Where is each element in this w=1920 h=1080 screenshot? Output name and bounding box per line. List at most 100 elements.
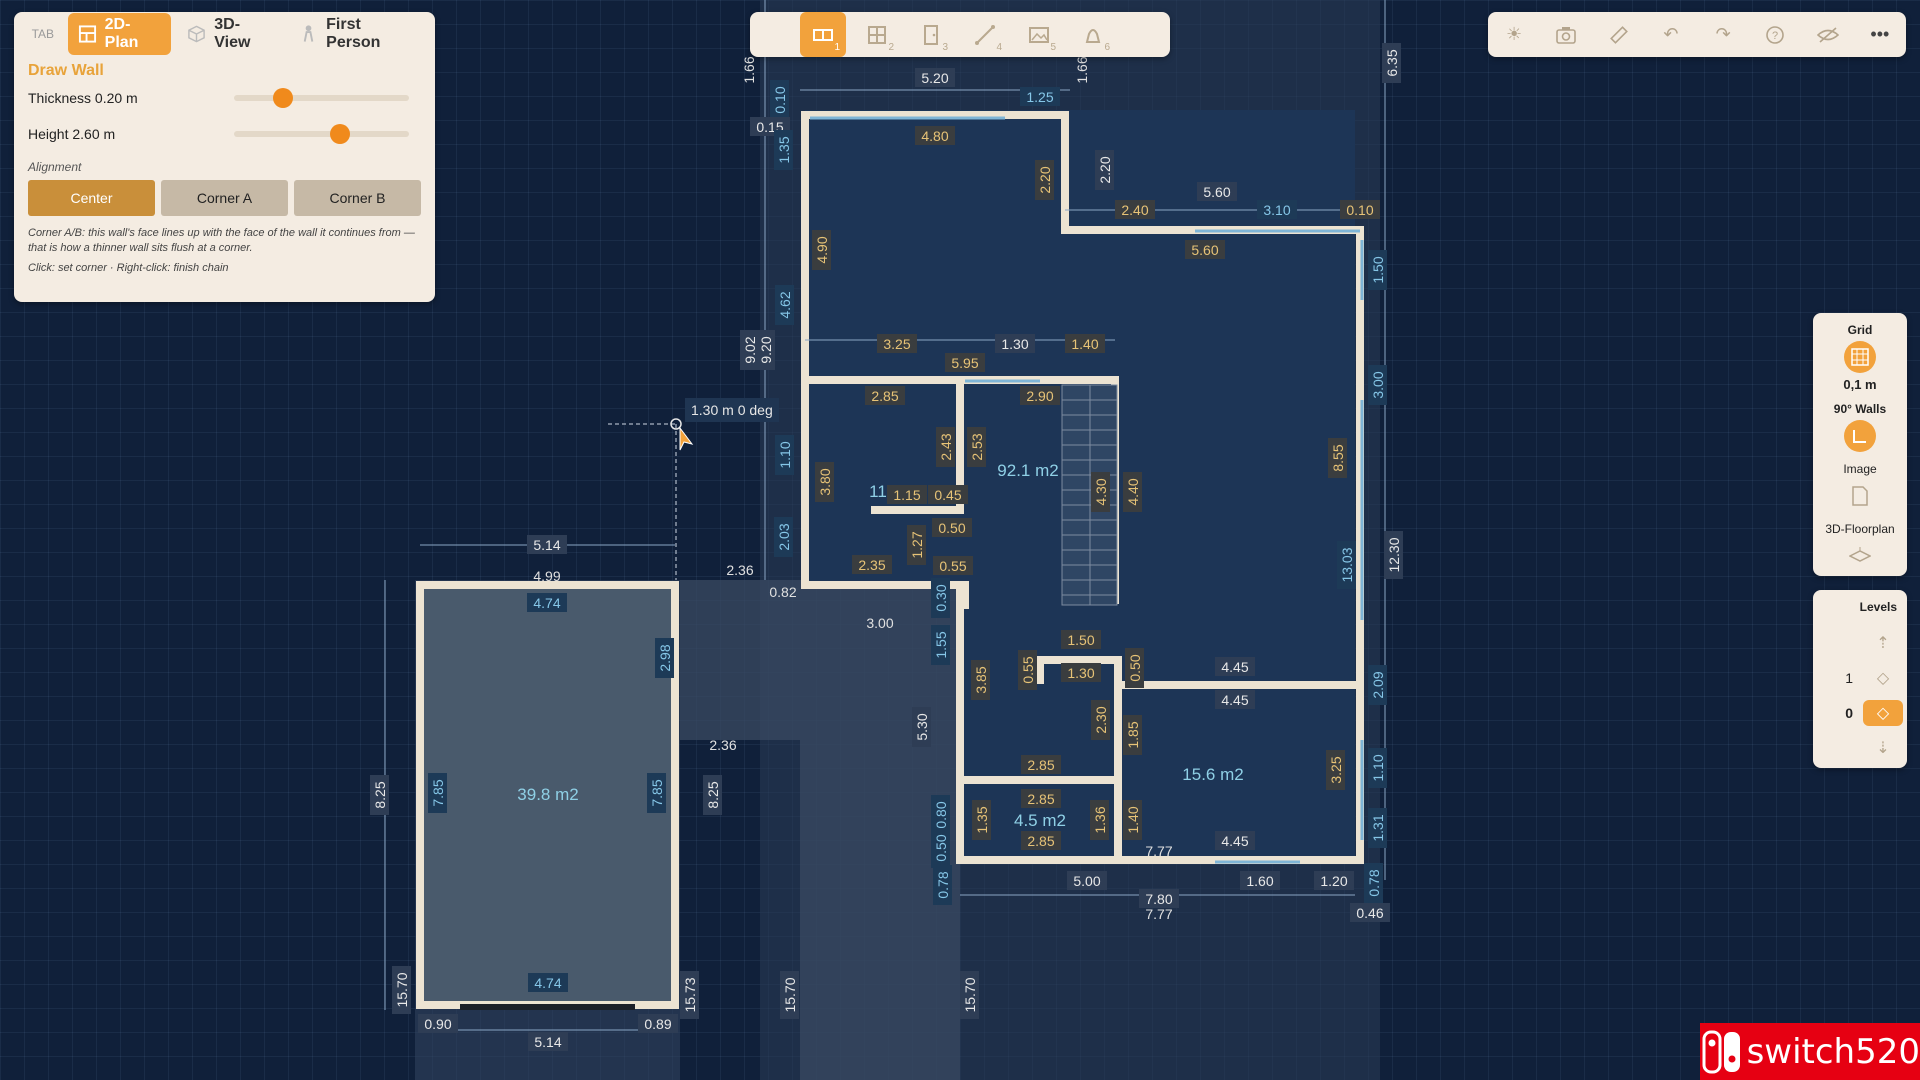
dimension-value: 3.80 [817,468,833,495]
floorplan-3d-toggle[interactable] [1844,540,1876,572]
dimension-tag: 1.10 [775,435,794,475]
dimension-tag: 3.00 [1368,365,1387,405]
dimension-tag: 2.40 [1115,200,1155,219]
dimension-value: 3.25 [883,336,910,352]
dimension-value: 15.70 [962,977,978,1012]
right-angle-walls-toggle[interactable] [1844,420,1876,452]
hide-icon[interactable] [1810,17,1846,53]
dimension-tag: 2.20 [1095,150,1114,190]
room-area-label: 92.1 m2 [997,461,1058,480]
tab-3d-view[interactable]: 3D-View [177,13,283,55]
image-toggle-button[interactable] [1844,480,1876,512]
dimension-value: 13.03 [1339,547,1355,582]
panel-title: Draw Wall [28,62,104,79]
dimension-value: 0.45 [934,487,961,503]
dimension-value: 0.10 [772,86,788,113]
level-add-row: ⇣ [1813,733,1907,763]
add-level-up-icon[interactable]: ⇡ [1863,630,1903,656]
dimension-value: 4.45 [1221,659,1248,675]
tool-number: 6 [1104,42,1110,53]
dimension-tag: 12.30 [1384,531,1403,579]
level-row[interactable]: 0 ◇ [1813,698,1907,728]
tab-2d-plan[interactable]: 2D-Plan [67,13,172,55]
dimension-value: 2.98 [657,644,673,671]
console-logo-icon [1700,1023,1745,1080]
dimension-value: 0.55 [939,558,966,574]
height-slider-knob[interactable] [330,124,351,144]
align-center-button[interactable]: Center [28,180,155,216]
measure-tool-button[interactable]: 4 [962,12,1008,57]
dimension-value: 1.27 [909,531,925,558]
sun-icon[interactable]: ☀ [1496,17,1532,53]
dimension-value: 2.85 [871,388,898,404]
align-corner-a-button[interactable]: Corner A [161,180,288,216]
dimension-value: 4.40 [1125,478,1141,505]
floorplan-3d-label: 3D-Floorplan [1825,522,1895,536]
levels-title: Levels [1859,600,1897,614]
dimension-tag: 1.60 [1240,871,1280,890]
tab-first-person[interactable]: First Person [289,13,425,55]
dimension-tag: 0.46 [1350,903,1390,922]
dimension-tag: 8.25 [370,775,389,815]
furniture-tool-button[interactable]: 6 [1070,12,1116,57]
dimension-value: 4.45 [1221,833,1248,849]
dimension-tag: 1.30 [995,334,1035,353]
more-icon[interactable]: ••• [1862,17,1898,53]
undo-icon[interactable]: ↶ [1653,17,1689,53]
redo-icon[interactable]: ↷ [1705,17,1741,53]
level-layer-icon[interactable]: ◇ [1863,700,1903,726]
thickness-row: Thickness 0.20 m [14,80,435,116]
thickness-slider-knob[interactable] [272,88,293,108]
add-level-down-icon[interactable]: ⇣ [1863,735,1903,761]
window-tool-button[interactable]: 2 [854,12,900,57]
level-layer-icon[interactable]: ◇ [1863,665,1903,691]
wall-tool-icon [813,28,833,41]
image-label: Image [1843,462,1877,476]
room-fill [960,225,1355,860]
dimension-tag: 1.30 [1061,663,1101,682]
help-icon[interactable]: ? [1757,17,1793,53]
dimension-tag: 1.25 [1020,87,1060,106]
dimension-value: 0.80 [933,801,949,828]
dimension-tag: 5.30 [912,707,931,747]
cube-icon [188,25,206,43]
grid-toggle-button[interactable] [1844,341,1876,373]
floorplan-icon [78,25,96,43]
camera-icon[interactable] [1548,17,1584,53]
dimension-tag: 5.60 [1197,182,1237,201]
draw-wall-panel: TAB 2D-Plan 3D-View First Person Draw Wa… [14,12,435,302]
dimension-value: 0.50 [933,834,949,861]
thickness-slider[interactable] [234,88,409,108]
dimension-tag: 4.90 [812,230,831,270]
dimension-tag: 6.35 [1382,43,1401,83]
image-tool-icon [1029,26,1049,43]
level-add-row: ⇡ [1813,628,1907,658]
dimension-tag: 2.85 [1021,755,1061,774]
level-row[interactable]: 1 ◇ [1813,663,1907,693]
height-slider[interactable] [234,124,409,144]
tab-key-hint: TAB [31,27,55,41]
dimension-tag: 1.55 [931,625,950,665]
room-area-label: 11 [869,482,887,501]
dimension-value: 4.30 [1093,478,1109,505]
ruler-icon[interactable] [1601,17,1637,53]
dimension-tag: 3.85 [971,660,990,700]
grid-icon [1851,348,1869,366]
dimension-value: 1.36 [1092,806,1108,833]
dimension-value: 1.35 [974,806,990,833]
align-corner-b-button[interactable]: Corner B [294,180,421,216]
right-angle-icon [1853,430,1866,443]
view-options-panel: Grid 0,1 m 90° Walls Image 3D-Floorplan [1813,313,1907,576]
svg-text:?: ? [1772,30,1778,42]
image-tool-button[interactable]: 5 [1016,12,1062,57]
tab-label: First Person [326,16,381,51]
door-tool-button[interactable]: 3 [908,12,954,57]
wall-tool-button[interactable]: 1 [800,12,846,57]
alignment-label: Alignment [28,160,82,174]
dimension-tag: 1.66 [741,56,757,83]
levels-panel: Levels ⇡ 1 ◇ 0 ◇ ⇣ [1813,590,1907,768]
dimension-tag: 4.45 [1215,831,1255,850]
watermark: switch520 [1700,1023,1920,1080]
walls-label: 90° Walls [1833,402,1887,416]
dimension-tag: 1.35 [774,130,793,170]
